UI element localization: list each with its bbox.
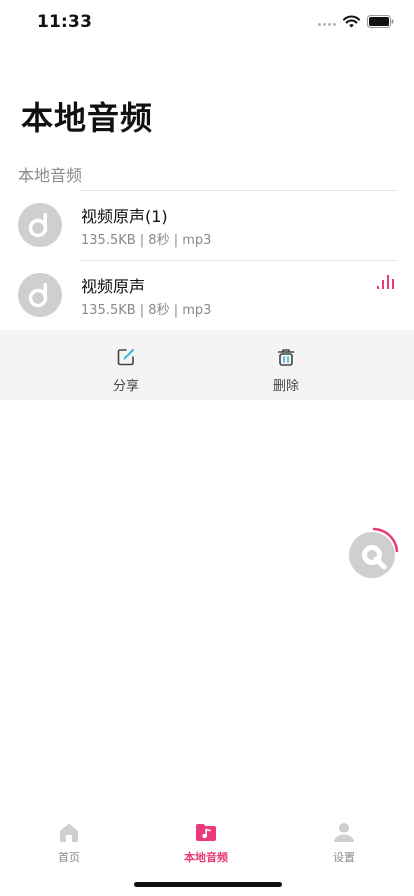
tab-local-audio[interactable]: 本地音频 [166, 808, 246, 868]
floating-player-disc-icon[interactable] [346, 527, 398, 579]
section-label: 本地音频 [18, 166, 83, 185]
track-meta: 135.5KB | 8秒 | mp3 [81, 303, 212, 318]
share-label: 分享 [112, 379, 139, 394]
tab-bar: 首页 本地音频 设置 [0, 808, 414, 868]
share-button[interactable]: 分享 [86, 330, 166, 400]
audio-disc-icon [18, 203, 62, 247]
trash-icon [277, 349, 295, 366]
tab-label: 设置 [333, 851, 355, 864]
track-title: 视频原声 [81, 277, 146, 296]
status-time: 11:33 [37, 12, 93, 32]
action-bar: 分享 删除 [0, 330, 414, 400]
user-icon [334, 823, 354, 842]
playing-equalizer-icon [377, 275, 394, 289]
home-icon [60, 823, 78, 842]
track-meta: 135.5KB | 8秒 | mp3 [81, 233, 212, 248]
battery-icon [367, 15, 394, 28]
wifi-icon [343, 15, 360, 28]
page-title: 本地音频 [21, 99, 154, 137]
tab-label: 首页 [58, 851, 80, 864]
delete-button[interactable]: 删除 [246, 330, 326, 400]
cellular-signal-icon [318, 23, 336, 26]
list-item[interactable]: 视频原声(1) 135.5KB | 8秒 | mp3 [0, 191, 414, 261]
tab-label: 本地音频 [184, 851, 228, 864]
list-item[interactable]: 视频原声 135.5KB | 8秒 | mp3 [0, 261, 414, 331]
tab-settings[interactable]: 设置 [304, 808, 384, 868]
audio-disc-icon [18, 273, 62, 317]
tab-home[interactable]: 首页 [29, 808, 109, 868]
music-folder-icon [196, 824, 216, 841]
share-edit-icon [117, 349, 134, 366]
track-title: 视频原声(1) [81, 207, 168, 226]
home-indicator[interactable] [134, 882, 282, 887]
status-bar: 11:33 [0, 0, 414, 44]
delete-label: 删除 [272, 379, 299, 394]
